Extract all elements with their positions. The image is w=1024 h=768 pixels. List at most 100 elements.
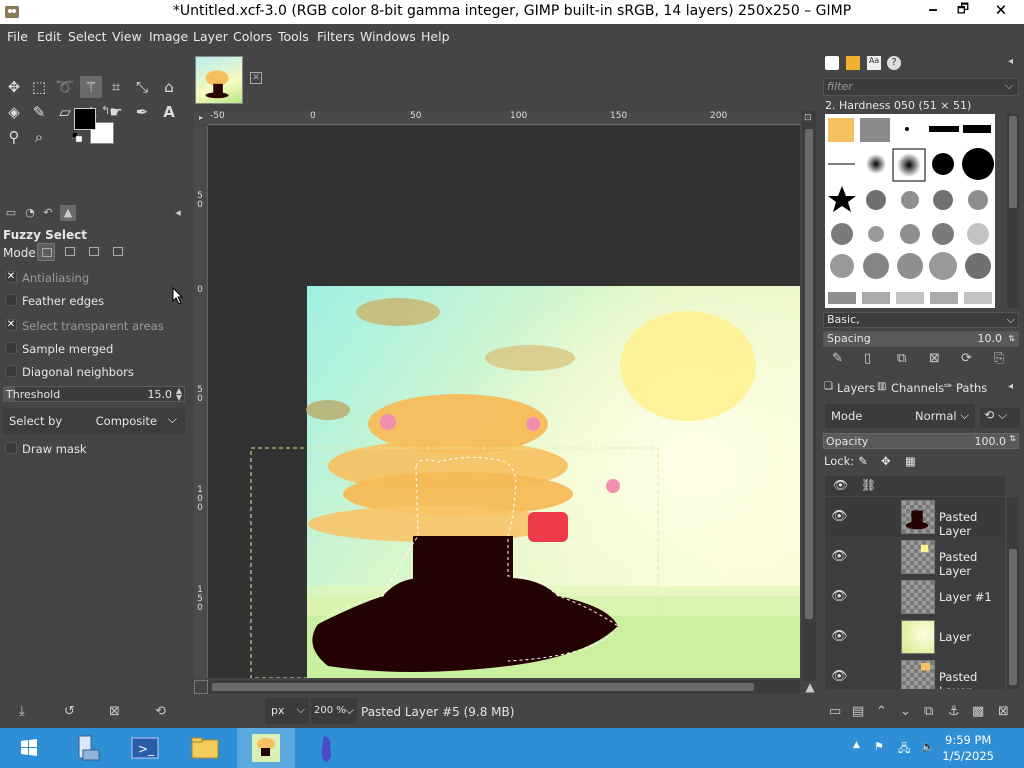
menu-edit[interactable]: Edit [37, 29, 61, 44]
network-icon[interactable]: 🖧 [898, 740, 910, 759]
raise-layer-icon[interactable]: ⌃ [876, 704, 887, 719]
eye-icon[interactable]: 👁 [831, 509, 848, 524]
horizontal-scrollbar[interactable] [208, 680, 800, 694]
layers-list[interactable]: 👁 Pasted Layer 👁 Pasted Layer 👁 Layer #1… [825, 497, 1005, 689]
configure-tab-icon[interactable]: ◂ [170, 205, 186, 221]
tab-layers[interactable]: Layers [837, 381, 875, 395]
fonts-tab-icon[interactable]: Aa [867, 56, 881, 70]
duplicate-brush-icon[interactable]: ⧉ [897, 351, 906, 366]
menu-colors[interactable]: Colors [233, 29, 272, 44]
warp-transform-tool-icon[interactable]: ⌂ [158, 76, 180, 98]
maximize-button[interactable]: 🗗 [948, 0, 978, 22]
lower-layer-icon[interactable]: ⌄ [900, 704, 911, 719]
taskbar-clock[interactable]: 9:59 PM 1/5/2025 [942, 732, 994, 764]
menu-filters[interactable]: Filters [317, 29, 354, 44]
action-center-icon[interactable]: ⚑ [874, 740, 884, 753]
powershell-button[interactable]: >_ [116, 728, 174, 768]
navigate-icon[interactable]: ▲ [802, 680, 818, 694]
eraser-tool-icon[interactable]: ▱ [54, 101, 76, 123]
brushes-tab-icon[interactable] [825, 56, 839, 70]
unit-dropdown[interactable]: px ⌵ [265, 698, 309, 724]
paintbrush-tool-icon[interactable]: ✎ [28, 101, 50, 123]
anchor-layer-icon[interactable]: ⚓ [948, 704, 960, 719]
mode-add-button[interactable] [61, 243, 79, 261]
opacity-spin-icon[interactable]: ⇅ [1009, 434, 1016, 443]
eye-icon[interactable]: 👁 [831, 549, 848, 564]
brush-scrollbar[interactable] [1007, 114, 1019, 308]
server-manager-button[interactable] [58, 728, 116, 768]
tab-paths[interactable]: Paths [956, 381, 987, 395]
threshold-slider[interactable]: Threshold 15.0 ▲ ▼ [3, 386, 185, 402]
draw-mask-checkbox[interactable] [5, 442, 17, 454]
channels-tab-icon[interactable]: ▥ [877, 381, 886, 392]
brush-grid[interactable] [825, 114, 995, 308]
lock-position-icon[interactable]: ✥ [881, 454, 891, 468]
menu-file[interactable]: File [7, 29, 28, 44]
help-tab-icon[interactable]: ? [887, 56, 901, 70]
menu-tools[interactable]: Tools [278, 29, 309, 44]
crop-tool-icon[interactable]: ⌗ [105, 76, 127, 98]
patterns-tab-icon[interactable] [846, 56, 860, 70]
configure-tab-icon[interactable]: ◂ [1008, 381, 1013, 392]
layer-name[interactable]: Pasted Layer [939, 550, 1005, 578]
device-status-tab-icon[interactable]: ◔ [22, 205, 38, 221]
layer-row[interactable]: 👁 Layer [825, 617, 1005, 657]
menu-select[interactable]: Select [68, 29, 107, 44]
duplicate-layer-icon[interactable]: ⧉ [924, 704, 933, 719]
layers-tab-icon[interactable]: ❏ [824, 381, 833, 392]
layers-scrollbar[interactable] [1007, 497, 1019, 689]
image-tab-thumbnail[interactable] [195, 56, 243, 104]
reset-options-icon[interactable]: ⟲ [155, 704, 166, 719]
spacing-spin-icon[interactable]: ⇅ [1008, 332, 1015, 346]
menu-layer[interactable]: Layer [193, 29, 228, 44]
diagonal-neighbors-checkbox[interactable] [5, 365, 17, 377]
paths-tab-icon[interactable]: ✑ [944, 381, 952, 392]
gimp-taskbar-button[interactable] [237, 728, 295, 768]
tab-channels[interactable]: Channels [891, 381, 944, 395]
unified-transform-tool-icon[interactable]: ⤡ [131, 76, 153, 98]
refresh-brushes-icon[interactable]: ⟳ [961, 351, 972, 366]
layer-row[interactable]: 👁 Pasted Layer [825, 497, 1005, 538]
select-transparent-checkbox[interactable]: ✕ [5, 319, 17, 331]
brush-filter-input[interactable]: filter [823, 78, 1019, 96]
eye-icon[interactable]: 👁 [831, 589, 848, 604]
antialiasing-checkbox[interactable]: ✕ [5, 271, 17, 283]
bucket-fill-tool-icon[interactable]: ◈ [3, 101, 25, 123]
menu-view[interactable]: View [112, 29, 142, 44]
open-brush-as-image-icon[interactable]: ⎘ [994, 351, 1004, 366]
zoom-dropdown[interactable]: 200 % ⌵ [311, 698, 357, 724]
delete-brush-icon[interactable]: ⊠ [929, 351, 940, 366]
close-image-tab-icon[interactable]: ✕ [250, 72, 262, 84]
new-layer-icon[interactable]: ▭ [829, 704, 841, 719]
fuzzy-select-tool-icon[interactable]: ⚚ [80, 76, 102, 98]
file-explorer-button[interactable] [176, 728, 234, 768]
quick-mask-toggle[interactable] [194, 680, 208, 694]
horizontal-scroll-thumb[interactable] [212, 683, 754, 691]
chevron-down-icon[interactable]: ⌵ [1005, 79, 1013, 93]
layer-mask-icon[interactable]: ▩ [972, 704, 984, 719]
mode-subtract-button[interactable] [85, 243, 103, 261]
layer-name[interactable]: Pasted Layer [939, 510, 1005, 538]
vertical-scroll-thumb[interactable] [805, 129, 813, 619]
text-tool-icon[interactable]: A [158, 101, 180, 123]
layers-scroll-thumb[interactable] [1009, 549, 1017, 685]
menu-image[interactable]: Image [149, 29, 188, 44]
edit-brush-icon[interactable]: ✎ [832, 351, 843, 366]
new-brush-icon[interactable]: ▯ [864, 351, 871, 366]
move-tool-icon[interactable]: ✥ [3, 76, 25, 98]
images-tab-icon[interactable]: ▲ [60, 205, 76, 221]
eye-icon[interactable]: 👁 [831, 629, 848, 644]
image-canvas[interactable] [208, 126, 800, 678]
zoom-tool-icon[interactable]: ⌕ [28, 126, 50, 148]
layer-row[interactable]: 👁 Layer #1 [825, 577, 1005, 617]
composite-mode-dropdown[interactable]: ⟲ ⌵ [980, 408, 1020, 428]
delete-layer-icon[interactable]: ⊠ [998, 704, 1009, 719]
spacing-slider[interactable]: Spacing 10.0 ⇅ [823, 331, 1019, 347]
brush-tag-selector[interactable]: Basic, ⌵ [823, 312, 1019, 328]
volume-icon[interactable]: 🔈 [921, 740, 935, 753]
configure-tab-icon[interactable]: ◂ [1008, 56, 1013, 67]
mode-replace-button[interactable] [37, 243, 55, 261]
opacity-slider[interactable]: Opacity 100.0 ⇅ [823, 433, 1019, 449]
lock-pixels-icon[interactable]: ✎ [858, 454, 868, 468]
vertical-scrollbar[interactable]: ⊡ [802, 111, 816, 681]
